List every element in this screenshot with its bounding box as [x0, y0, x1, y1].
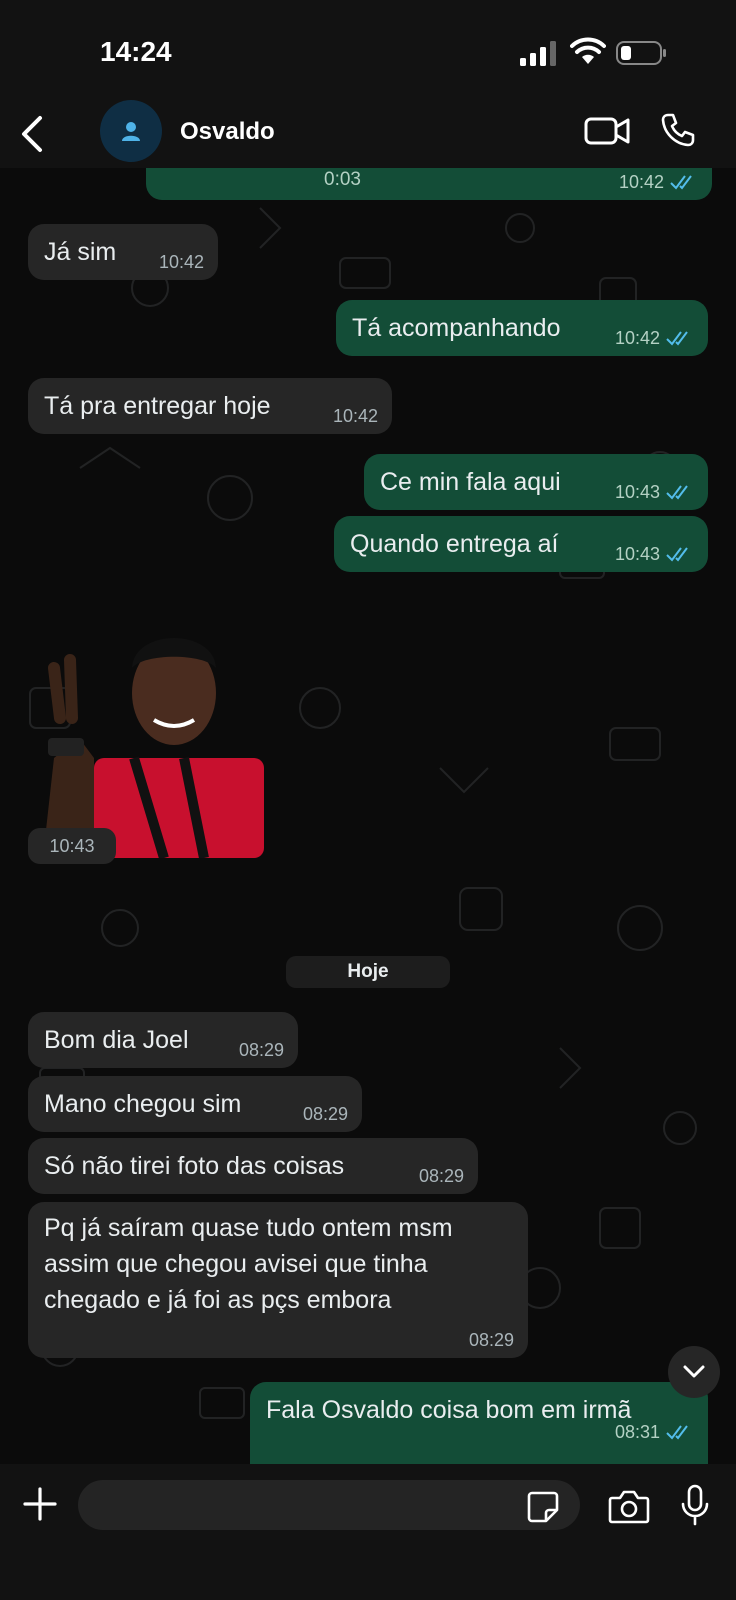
- sticker-image[interactable]: [24, 608, 264, 858]
- message-text: Quando entrega aí: [350, 530, 559, 558]
- outgoing-message[interactable]: Fala Osvaldo coisa bom em irmã 08:31: [250, 1382, 708, 1464]
- message-line: assim que chegou avisei que tinha: [44, 1250, 428, 1278]
- message-composer: [0, 1464, 736, 1600]
- incoming-message[interactable]: Pq já saíram quase tudo ontem msm assim …: [28, 1202, 528, 1358]
- message-time: 08:29: [468, 1330, 514, 1350]
- message-time: 10:43: [614, 544, 660, 564]
- chat-header: Osvaldo: [0, 100, 736, 168]
- incoming-message[interactable]: Só não tirei foto das coisas 08:29: [28, 1138, 478, 1194]
- message-text: Só não tirei foto das coisas: [44, 1152, 345, 1180]
- message-line: Pq já saíram quase tudo ontem msm: [44, 1214, 453, 1242]
- incoming-message[interactable]: Bom dia Joel 08:29: [28, 1012, 298, 1068]
- message-meta: 08:29: [239, 1040, 284, 1060]
- message-text: Pq já saíram quase tudo ontem msm assim …: [44, 1210, 453, 1318]
- message-time: 10:43: [614, 482, 660, 502]
- message-text: Tá pra entregar hoje: [44, 392, 271, 420]
- double-check-icon: [666, 1425, 688, 1440]
- voice-duration: 0:03: [324, 169, 361, 190]
- message-text: Tá acompanhando: [352, 314, 561, 342]
- day-separator: Hoje: [286, 956, 450, 988]
- sticker-icon[interactable]: [526, 1490, 560, 1524]
- avatar[interactable]: [100, 100, 162, 162]
- chevron-left-icon[interactable]: [18, 114, 46, 154]
- microphone-icon[interactable]: [680, 1484, 710, 1526]
- message-text: Bom dia Joel: [44, 1026, 189, 1054]
- chevron-down-icon: [683, 1365, 705, 1378]
- incoming-message[interactable]: Mano chegou sim 08:29: [28, 1076, 362, 1132]
- chat-area[interactable]: 0:03 10:42 Já sim 10:42 Tá acompanhando …: [0, 168, 736, 1464]
- message-meta: 10:43: [615, 482, 694, 502]
- message-meta: 10:42: [615, 328, 694, 348]
- wifi-icon: [570, 37, 606, 64]
- outgoing-message[interactable]: Tá acompanhando 10:42: [336, 300, 708, 356]
- plus-icon[interactable]: [22, 1486, 58, 1522]
- status-bar: 14:24: [0, 0, 736, 100]
- sticker-time: 10:43: [28, 828, 116, 864]
- message-meta: 10:42: [619, 172, 698, 192]
- message-meta: 08:29: [303, 1104, 348, 1124]
- message-time: 10:42: [614, 328, 660, 348]
- message-meta: 08:31: [615, 1422, 694, 1442]
- double-check-icon: [666, 547, 688, 562]
- message-text: Ce min fala aqui: [380, 468, 561, 496]
- camera-icon[interactable]: [608, 1488, 650, 1524]
- outgoing-message[interactable]: Quando entrega aí 10:43: [334, 516, 708, 572]
- battery-icon: [616, 41, 666, 65]
- message-time: 10:42: [618, 172, 664, 192]
- scroll-down-button[interactable]: [668, 1346, 720, 1398]
- message-text: Já sim: [44, 238, 117, 266]
- video-call-icon[interactable]: [584, 114, 630, 148]
- message-meta: 10:43: [615, 544, 694, 564]
- message-input[interactable]: [78, 1480, 580, 1530]
- phone-icon[interactable]: [660, 112, 696, 148]
- double-check-icon: [670, 175, 692, 190]
- message-time: 08:31: [614, 1422, 660, 1442]
- message-text: Fala Osvaldo coisa bom em irmã: [266, 1396, 632, 1424]
- incoming-message[interactable]: Já sim 10:42: [28, 224, 218, 280]
- double-check-icon: [666, 331, 688, 346]
- signal-icon: [520, 41, 556, 66]
- message-text: Mano chegou sim: [44, 1090, 242, 1118]
- double-check-icon: [666, 485, 688, 500]
- message-meta: 10:42: [159, 252, 204, 272]
- incoming-message[interactable]: Tá pra entregar hoje 10:42: [28, 378, 392, 434]
- message-time: 10:42: [158, 252, 204, 272]
- person-icon: [122, 122, 140, 141]
- voice-message-bubble[interactable]: 0:03 10:42: [146, 168, 712, 200]
- message-time: 10:42: [332, 406, 378, 426]
- message-time: 08:29: [238, 1040, 284, 1060]
- status-time: 14:24: [100, 36, 172, 67]
- message-time: 08:29: [302, 1104, 348, 1124]
- message-line: chegado e já foi as pçs embora: [44, 1286, 392, 1314]
- message-meta: 10:42: [333, 406, 378, 426]
- message-meta: 08:29: [419, 1166, 464, 1186]
- contact-name[interactable]: Osvaldo: [180, 118, 275, 146]
- outgoing-message[interactable]: Ce min fala aqui 10:43: [364, 454, 708, 510]
- message-meta: 08:29: [469, 1330, 514, 1350]
- message-time: 08:29: [418, 1166, 464, 1186]
